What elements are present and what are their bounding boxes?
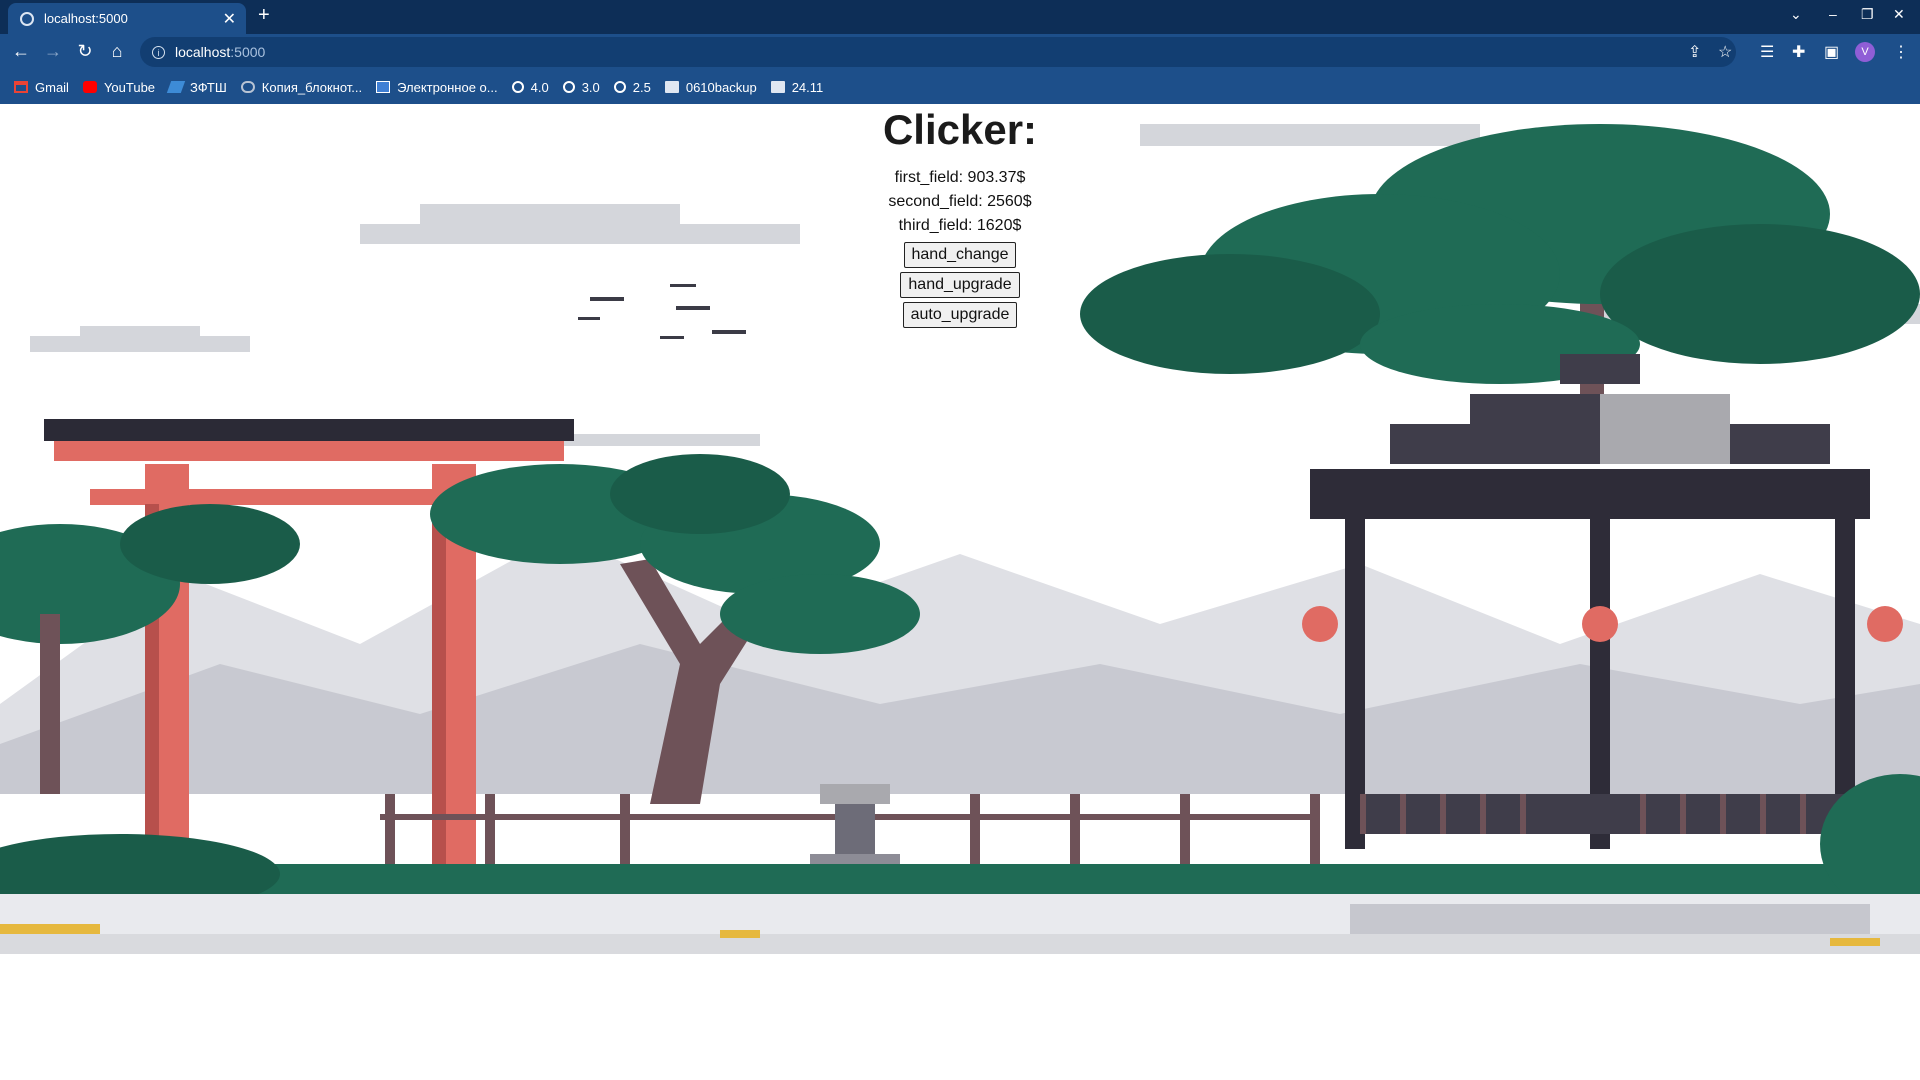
pond <box>0 894 1920 954</box>
third-field-value: third_field: 1620$ <box>898 217 1022 234</box>
tab-title: localhost:5000 <box>44 11 128 26</box>
bookmark-folder-0610backup[interactable]: 0610backup <box>664 79 757 95</box>
profile-avatar[interactable]: V <box>1855 42 1875 62</box>
bookmark-label: Gmail <box>35 79 69 95</box>
info-icon[interactable]: i <box>152 45 165 59</box>
bookmark-electronic[interactable]: Электронное о... <box>376 79 498 95</box>
close-icon[interactable]: ✕ <box>223 9 236 29</box>
bookmark-folder-24-11[interactable]: 24.11 <box>770 79 824 95</box>
hand-change-button[interactable]: hand_change <box>903 242 1017 268</box>
back-icon[interactable]: ← <box>10 41 32 62</box>
browser-chrome: localhost:5000 ✕ + ⌄ – ❐ ✕ ← → ↻ ⌂ i loc… <box>0 0 1920 104</box>
bookmark-label: ЗФТШ <box>190 79 227 95</box>
sidepanel-icon[interactable]: ▣ <box>1824 42 1839 62</box>
youtube-icon <box>82 81 97 93</box>
home-icon[interactable]: ⌂ <box>106 41 128 62</box>
reading-list-icon[interactable]: ☰ <box>1760 42 1774 62</box>
forward-icon[interactable]: → <box>42 41 64 62</box>
restore-icon[interactable]: ❐ <box>1861 6 1874 23</box>
url-host: localhost <box>175 44 231 60</box>
bookmark-gmail[interactable]: Gmail <box>14 80 69 95</box>
gmail-icon <box>14 81 28 93</box>
document-icon <box>376 81 391 93</box>
colab-icon <box>240 81 255 93</box>
share-icon[interactable]: ⇪ <box>1688 42 1701 62</box>
bookmark-2-5[interactable]: 2.5 <box>613 79 651 95</box>
bookmark-colab[interactable]: Копия_блокнот... <box>240 79 363 95</box>
hand-upgrade-button[interactable]: hand_upgrade <box>900 272 1020 298</box>
zftsh-icon <box>166 81 186 93</box>
extensions-icon[interactable]: ✚ <box>1792 42 1805 62</box>
bookmark-4-0[interactable]: 4.0 <box>511 79 549 95</box>
tab-strip: localhost:5000 ✕ + ⌄ – ❐ ✕ <box>0 0 1920 34</box>
url-port: :5000 <box>230 44 266 60</box>
bookmark-3-0[interactable]: 3.0 <box>562 79 600 95</box>
bookmark-zftsh[interactable]: ЗФТШ <box>166 79 227 95</box>
chevron-down-icon[interactable]: ⌄ <box>1790 6 1802 23</box>
first-field-value: first_field: 903.37$ <box>894 169 1026 186</box>
bookmark-label: YouTube <box>103 79 156 95</box>
page-title: Clicker: <box>882 106 1038 153</box>
minimize-icon[interactable]: – <box>1829 6 1837 22</box>
mountains <box>0 534 1920 794</box>
bookmark-label: 0610backup <box>685 79 757 95</box>
bookmark-label: 2.5 <box>632 79 651 95</box>
bookmark-label: Копия_блокнот... <box>261 79 363 95</box>
second-field-value: second_field: 2560$ <box>888 193 1032 210</box>
bookmark-label: 3.0 <box>581 79 600 95</box>
bookmark-label: 24.11 <box>791 79 824 95</box>
address-bar[interactable]: i localhost:5000 <box>140 37 1736 67</box>
window-close-icon[interactable]: ✕ <box>1893 6 1905 23</box>
menu-icon[interactable]: ⋮ <box>1893 42 1909 62</box>
stone-lantern <box>810 784 900 874</box>
new-tab-icon[interactable]: + <box>258 4 270 27</box>
folder-icon <box>664 81 679 93</box>
bookmark-youtube[interactable]: YouTube <box>82 79 156 95</box>
toolbar: ← → ↻ ⌂ i localhost:5000 ⇪ ☆ ☰ ✚ ▣ V ⋮ <box>0 34 1920 70</box>
page-viewport: Clicker: first_field: 903.37$ second_fie… <box>0 104 1920 1080</box>
globe-icon <box>562 81 575 93</box>
folder-icon <box>770 81 785 93</box>
bookmarks-bar: Gmail YouTube ЗФТШ Копия_блокнот... Элек… <box>0 70 1920 104</box>
star-icon[interactable]: ☆ <box>1718 42 1732 62</box>
clicker-panel: Clicker: first_field: 903.37$ second_fie… <box>0 104 1920 328</box>
auto-upgrade-button[interactable]: auto_upgrade <box>902 302 1018 328</box>
bookmark-label: 4.0 <box>530 79 549 95</box>
bookmark-label: Электронное о... <box>397 79 498 95</box>
globe-icon <box>511 81 524 93</box>
reload-icon[interactable]: ↻ <box>74 41 96 62</box>
tab-active[interactable]: localhost:5000 ✕ <box>8 3 246 34</box>
globe-icon <box>20 11 34 26</box>
globe-icon <box>613 81 626 93</box>
